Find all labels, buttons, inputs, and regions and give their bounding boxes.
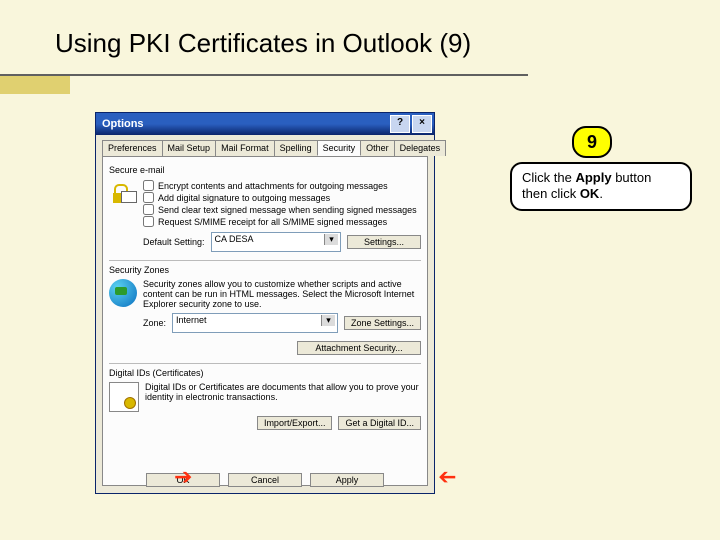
encrypt-checkbox[interactable] xyxy=(143,180,154,191)
secure-email-title: Secure e-mail xyxy=(109,165,421,175)
tab-delegates[interactable]: Delegates xyxy=(394,140,447,156)
sign-checkbox[interactable] xyxy=(143,192,154,203)
get-digital-id-button[interactable]: Get a Digital ID... xyxy=(338,416,421,430)
default-setting-label: Default Setting: xyxy=(143,237,205,247)
dialog-buttons: OK Cancel Apply xyxy=(96,473,434,487)
cleartext-label: Send clear text signed message when send… xyxy=(158,205,417,215)
divider-2 xyxy=(109,363,421,364)
tab-mail-format[interactable]: Mail Format xyxy=(215,140,275,156)
window-title: Options xyxy=(102,118,144,130)
callout-bold-apply: Apply xyxy=(575,170,611,185)
certificate-icon xyxy=(109,382,139,412)
zones-title: Security Zones xyxy=(109,265,421,275)
tab-mail-setup[interactable]: Mail Setup xyxy=(162,140,217,156)
callout-text-1: Click the xyxy=(522,170,575,185)
slide-title: Using PKI Certificates in Outlook (9) xyxy=(55,28,471,59)
settings-button[interactable]: Settings... xyxy=(347,235,421,249)
cancel-button[interactable]: Cancel xyxy=(228,473,302,487)
tab-preferences[interactable]: Preferences xyxy=(102,140,163,156)
attachment-security-button[interactable]: Attachment Security... xyxy=(297,341,421,355)
receipt-label: Request S/MIME receipt for all S/MIME si… xyxy=(158,217,387,227)
accent-tab xyxy=(0,76,70,94)
zone-select[interactable]: Internet xyxy=(172,313,338,333)
digital-ids-title: Digital IDs (Certificates) xyxy=(109,368,421,378)
horizontal-rule xyxy=(0,74,528,76)
sign-label: Add digital signature to outgoing messag… xyxy=(158,193,330,203)
step-number-badge: 9 xyxy=(572,126,612,158)
apply-button[interactable]: Apply xyxy=(310,473,384,487)
help-button[interactable]: ? xyxy=(390,115,410,133)
secure-email-icon xyxy=(109,179,137,207)
tab-security[interactable]: Security xyxy=(317,140,362,156)
zone-label: Zone: xyxy=(143,318,166,328)
callout-bold-ok: OK xyxy=(580,186,600,201)
tab-other[interactable]: Other xyxy=(360,140,395,156)
divider xyxy=(109,260,421,261)
zone-settings-button[interactable]: Zone Settings... xyxy=(344,316,421,330)
cleartext-checkbox[interactable] xyxy=(143,204,154,215)
digital-ids-description: Digital IDs or Certificates are document… xyxy=(145,382,421,402)
default-setting-select[interactable]: CA DESA xyxy=(211,232,341,252)
titlebar: Options ? × xyxy=(96,113,434,135)
options-dialog: Options ? × Preferences Mail Setup Mail … xyxy=(95,112,435,494)
import-export-button[interactable]: Import/Export... xyxy=(257,416,333,430)
arrow-to-apply-icon: ➔ xyxy=(438,466,456,488)
close-button[interactable]: × xyxy=(412,115,432,133)
arrow-to-ok-icon: ➔ xyxy=(174,466,192,488)
encrypt-label: Encrypt contents and attachments for out… xyxy=(158,181,388,191)
globe-icon xyxy=(109,279,137,307)
tabs-row: Preferences Mail Setup Mail Format Spell… xyxy=(102,140,428,156)
callout-text-3: . xyxy=(599,186,603,201)
tab-spelling[interactable]: Spelling xyxy=(274,140,318,156)
zones-description: Security zones allow you to customize wh… xyxy=(143,279,421,309)
instruction-callout: Click the Apply button then click OK. xyxy=(510,162,692,211)
security-panel: Secure e-mail Encrypt contents and attac… xyxy=(102,156,428,486)
receipt-checkbox[interactable] xyxy=(143,216,154,227)
